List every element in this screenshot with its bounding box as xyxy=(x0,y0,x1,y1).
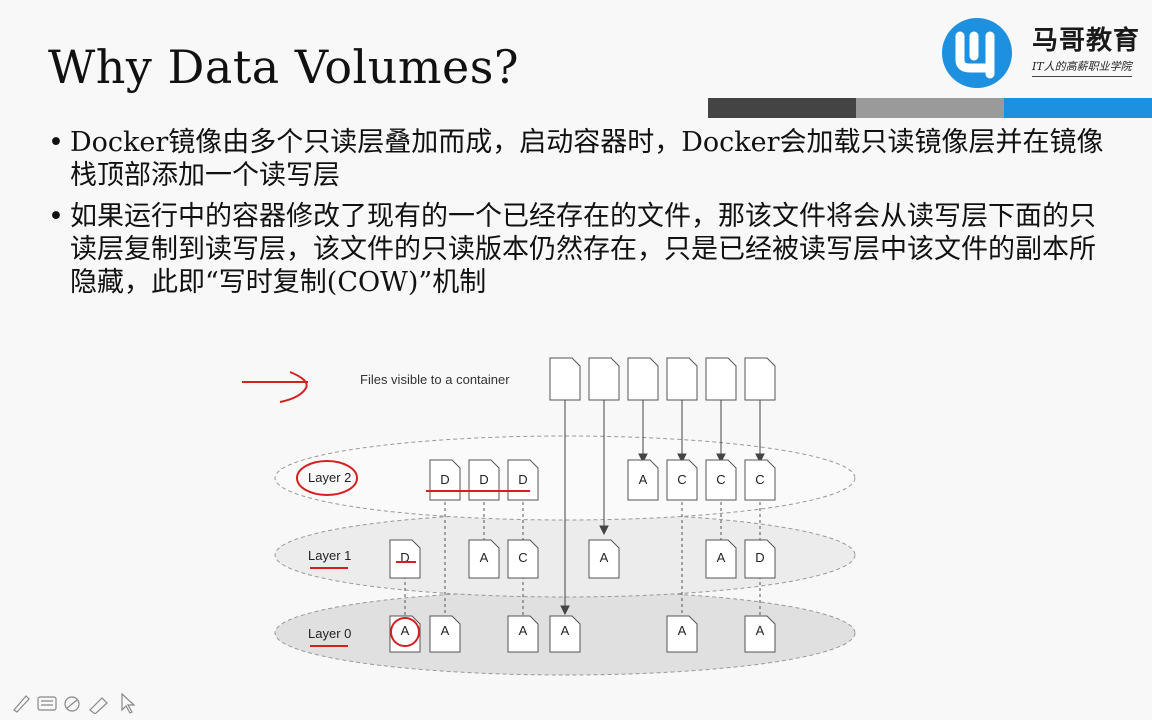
annotation-toolbar xyxy=(13,692,136,714)
layer0-file-label: A xyxy=(561,623,570,638)
bullet-text: 如果运行中的容器修改了现有的一个已经存在的文件，那该文件将会从读写层下面的只读层… xyxy=(70,201,1096,298)
logo-name: 马哥教育 xyxy=(1032,26,1141,56)
pointer-icon[interactable] xyxy=(121,692,136,714)
logo-slogan: IT人的高薪职业学院 xyxy=(1032,58,1132,77)
layer0-file-label: A xyxy=(401,623,410,638)
layer0-file-label: A xyxy=(519,623,528,638)
layer1-file-label: A xyxy=(600,550,609,565)
layer1-label: Layer 1 xyxy=(308,548,351,563)
logo: 马哥教育 IT人的高薪职业学院 xyxy=(940,12,1140,92)
layer2-file-label: D xyxy=(479,472,488,487)
layer1-file-label: D xyxy=(755,550,764,565)
layer2-file-label: A xyxy=(639,472,648,487)
layer2-label: Layer 2 xyxy=(308,470,351,485)
bullet-dot: • xyxy=(48,201,64,232)
slide: Why Data Volumes? 马哥教育 IT人的高薪职业学院 • Dock… xyxy=(0,0,1152,720)
layer0-file-label: A xyxy=(756,623,765,638)
cow-layers-diagram: Files visible to a container Layer 2 Lay… xyxy=(242,357,856,676)
bullet-list: • Docker镜像由多个只读层叠加而成，启动容器时，Docker会加载只读镜像… xyxy=(48,126,1118,307)
accent-bar-gray xyxy=(856,98,1004,118)
accent-bar-blue xyxy=(1004,98,1152,118)
layer2-file-label: C xyxy=(755,472,764,487)
diagram-top-label: Files visible to a container xyxy=(360,372,510,387)
layer2-file-label: D xyxy=(440,472,449,487)
layer2-file-label: C xyxy=(716,472,725,487)
bullet-item: • Docker镜像由多个只读层叠加而成，启动容器时，Docker会加载只读镜像… xyxy=(48,126,1118,192)
layer2-file-label: D xyxy=(518,472,527,487)
layer2-file-label: C xyxy=(677,472,686,487)
bullet-text: Docker镜像由多个只读层叠加而成，启动容器时，Docker会加载只读镜像层并… xyxy=(70,127,1104,191)
layer0-file-label: A xyxy=(678,623,687,638)
accent-bar-dark xyxy=(708,98,856,118)
slide-title: Why Data Volumes? xyxy=(48,40,519,94)
bullet-dot: • xyxy=(48,127,64,158)
eraser-icon[interactable] xyxy=(64,696,80,712)
pen-icon[interactable] xyxy=(13,695,30,713)
keyboard-icon[interactable] xyxy=(37,696,57,711)
layer1-file-label: C xyxy=(518,550,527,565)
layer0-file-label: A xyxy=(441,623,450,638)
visible-files xyxy=(549,357,776,401)
logo-mark-icon xyxy=(942,18,1012,88)
layer0-label: Layer 0 xyxy=(308,626,351,641)
layer1-file-label: A xyxy=(717,550,726,565)
highlighter-icon[interactable] xyxy=(89,697,108,714)
layer1-file-label: A xyxy=(480,550,489,565)
bullet-item: • 如果运行中的容器修改了现有的一个已经存在的文件，那该文件将会从读写层下面的只… xyxy=(48,200,1118,299)
